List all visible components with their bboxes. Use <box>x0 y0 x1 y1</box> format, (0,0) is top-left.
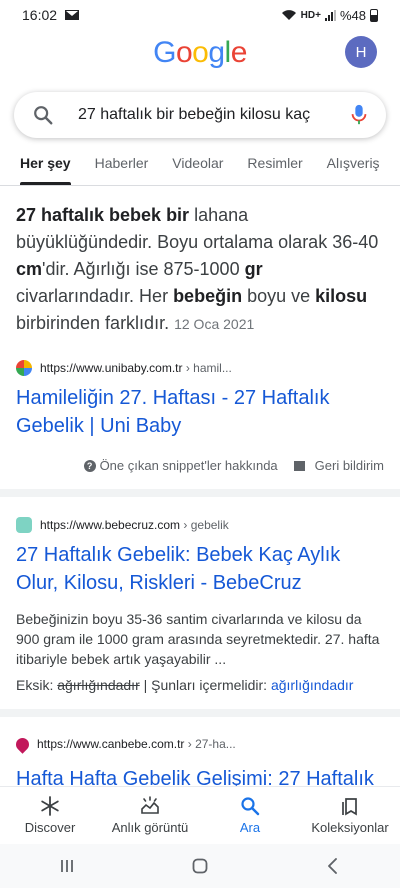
section-separator <box>0 489 400 497</box>
snippet-bold-1: 27 haftalık bebek bir <box>16 205 190 225</box>
missing-terms: Eksik: ağırlığındadır | Şunları içermeli… <box>16 677 384 693</box>
missing-word: ağırlığındadır <box>57 677 140 693</box>
result-description: Bebeğinizin boyu 35-36 santim civarların… <box>16 611 380 667</box>
microphone-icon[interactable] <box>350 104 368 126</box>
nav-search[interactable]: Ara <box>205 796 295 835</box>
tab-all[interactable]: Her şey <box>20 151 71 185</box>
search-input[interactable]: 27 haftalık bir bebeğin kilosu kaç <box>78 106 350 124</box>
tab-videos[interactable]: Videolar <box>172 151 223 185</box>
about-snippets-link[interactable]: ? Öne çıkan snippet'ler hakkında <box>83 458 278 473</box>
header: Google H <box>0 30 400 76</box>
snippet-bold-5: gr <box>244 259 263 279</box>
search-tabs: Her şey Haberler Videolar Resimler Alışv… <box>0 151 400 185</box>
help-icon: ? <box>83 459 96 472</box>
nav-discover-label: Discover <box>24 820 76 835</box>
search-icon <box>241 797 260 816</box>
must-include-link[interactable]: ağırlığındadır <box>271 677 354 693</box>
bebecruz-favicon-icon <box>16 517 32 533</box>
snippet-text-8: boyu ve <box>242 286 316 306</box>
system-nav-bar <box>0 844 400 888</box>
signal-icon <box>324 9 336 21</box>
search-result: https://www.bebecruz.com › gebelik 27 Ha… <box>0 497 400 709</box>
snippet-footer: ? Öne çıkan snippet'ler hakkında Geri bil… <box>16 458 384 489</box>
nav-snapshot-label: Anlık görüntü <box>111 820 189 835</box>
snippet-bold-7: bebeğin <box>173 286 243 306</box>
canbebe-favicon-icon <box>13 734 32 754</box>
snippet-title-link[interactable]: Hamileliğin 27. Haftası - 27 Haftalık Ge… <box>16 384 384 440</box>
snippet-text-6: civarlarındadır. Her <box>16 286 174 306</box>
result-cite[interactable]: https://www.canbebe.com.tr › 27-ha... <box>13 734 384 754</box>
recent-apps-icon[interactable] <box>58 857 76 875</box>
snippet-text-10: birbirinden farklıdır. <box>16 313 170 333</box>
result-title-link[interactable]: 27 Haftalık Gebelik: Bebek Kaç Aylık Olu… <box>16 541 384 597</box>
result-path: › 27-ha... <box>184 737 236 751</box>
result-cite[interactable]: https://www.bebecruz.com › gebelik <box>16 517 384 533</box>
nav-snapshot[interactable]: Anlık görüntü <box>105 796 195 835</box>
must-include-label: | Şunları içermelidir: <box>139 677 271 693</box>
snippet-date: 12 Oca 2021 <box>174 316 255 332</box>
tab-images[interactable]: Resimler <box>247 151 302 185</box>
feedback-link[interactable]: Geri bildirim <box>293 458 384 473</box>
nav-collections[interactable]: Koleksiyonlar <box>305 796 395 835</box>
snapshot-icon <box>141 796 159 814</box>
wifi-icon <box>281 10 296 20</box>
nav-search-label: Ara <box>239 820 261 835</box>
battery-icon <box>370 8 378 22</box>
snippet-bold-9: kilosu <box>315 286 368 306</box>
mail-icon <box>65 10 80 20</box>
back-icon[interactable] <box>324 857 342 875</box>
snippet-text: 27 haftalık bebek bir lahana büyüklüğünd… <box>16 186 384 338</box>
home-icon[interactable] <box>191 857 209 875</box>
status-time: 16:02 <box>22 7 58 23</box>
about-snippets-label: Öne çıkan snippet'ler hakkında <box>99 458 278 473</box>
avatar[interactable]: H <box>345 36 377 68</box>
snippet-text-4: 'dir. Ağırlığı ise 875-1000 <box>42 259 245 279</box>
google-logo[interactable]: Google <box>0 36 400 70</box>
section-separator <box>0 709 400 717</box>
result-path: › gebelik <box>180 518 229 532</box>
result-site: https://www.canbebe.com.tr <box>37 737 185 751</box>
unibaby-favicon-icon <box>16 360 32 376</box>
bottom-nav: Discover Anlık görüntü Ara Koleksiyonlar <box>0 786 400 844</box>
search-icon[interactable] <box>32 104 54 126</box>
battery-percent: %48 <box>339 7 366 23</box>
feedback-icon <box>293 460 305 471</box>
feedback-label: Geri bildirim <box>314 458 384 473</box>
network-type: HD+ <box>300 9 321 21</box>
nav-collections-label: Koleksiyonlar <box>311 820 389 835</box>
snippet-path: › hamil... <box>182 361 232 375</box>
search-box[interactable]: 27 haftalık bir bebeğin kilosu kaç <box>14 92 386 138</box>
tab-news[interactable]: Haberler <box>95 151 149 185</box>
status-bar: 16:02 HD+ %48 <box>0 0 400 30</box>
snippet-bold-3: cm <box>16 259 43 279</box>
snippet-cite[interactable]: https://www.unibaby.com.tr › hamil... <box>16 360 384 376</box>
asterisk-icon <box>41 796 59 816</box>
missing-label: Eksik: <box>16 677 58 693</box>
collections-icon <box>342 798 357 816</box>
nav-discover[interactable]: Discover <box>5 796 95 835</box>
featured-snippet: 27 haftalık bebek bir lahana büyüklüğünd… <box>0 186 400 489</box>
result-site: https://www.bebecruz.com <box>40 518 181 532</box>
tab-shopping[interactable]: Alışveriş <box>327 151 380 185</box>
snippet-site: https://www.unibaby.com.tr <box>40 361 183 375</box>
